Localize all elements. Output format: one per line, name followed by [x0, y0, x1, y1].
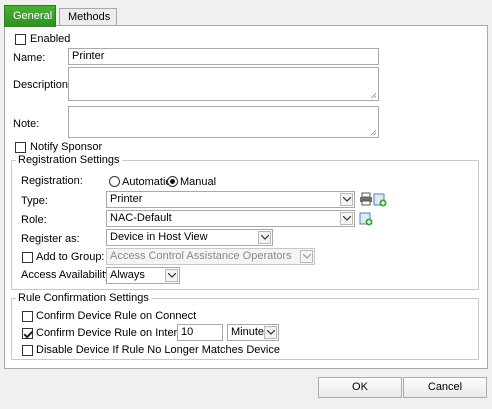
- type-select-value: Printer: [110, 193, 143, 205]
- type-label: Type:: [21, 195, 48, 207]
- ok-button[interactable]: OK: [318, 377, 402, 398]
- automatic-radio[interactable]: [109, 176, 120, 187]
- add-to-group-value: Access Control Assistance Operators: [110, 250, 292, 262]
- automatic-radio-label: Automatic: [122, 176, 171, 188]
- registration-settings-legend: Registration Settings: [16, 154, 122, 166]
- add-device-icon[interactable]: [373, 193, 387, 207]
- registration-label: Registration:: [21, 175, 83, 187]
- note-label: Note:: [13, 118, 40, 130]
- description-label: Description:: [13, 79, 72, 91]
- register-as-value: Device in Host View: [110, 231, 208, 243]
- tab-general[interactable]: General: [4, 5, 56, 27]
- confirm-on-interval-label: Confirm Device Rule on Interval:: [36, 327, 195, 339]
- register-as-select[interactable]: Device in Host View: [106, 229, 273, 246]
- confirm-on-interval-checkbox[interactable]: [22, 328, 33, 339]
- description-textarea[interactable]: [68, 67, 379, 101]
- add-to-group-label: Add to Group:: [36, 251, 105, 263]
- chevron-down-icon[interactable]: [264, 326, 277, 339]
- general-panel: Enabled Name: Printer Description: Note:…: [4, 25, 488, 369]
- role-label: Role:: [21, 214, 47, 226]
- confirm-on-connect-label: Confirm Device Rule on Connect: [36, 310, 197, 322]
- role-select-value: NAC-Default: [110, 212, 172, 224]
- access-availability-select[interactable]: Always: [106, 267, 180, 284]
- interval-input[interactable]: 10: [177, 324, 223, 341]
- disable-device-label: Disable Device If Rule No Longer Matches…: [36, 344, 280, 356]
- note-textarea[interactable]: [68, 106, 379, 138]
- printer-icon[interactable]: [359, 192, 373, 206]
- chevron-down-icon[interactable]: [340, 212, 353, 225]
- notify-sponsor-checkbox[interactable]: [15, 142, 26, 153]
- manual-radio-label: Manual: [180, 176, 217, 188]
- type-select[interactable]: Printer: [106, 191, 355, 208]
- interval-unit-select[interactable]: Minutes: [227, 324, 279, 341]
- rule-confirmation-legend: Rule Confirmation Settings: [16, 292, 151, 304]
- access-availability-value: Always: [110, 269, 145, 281]
- chevron-down-icon[interactable]: [165, 269, 178, 282]
- role-select[interactable]: NAC-Default: [106, 210, 355, 227]
- resize-grip-icon[interactable]: [370, 92, 376, 98]
- enabled-checkbox[interactable]: [15, 34, 26, 45]
- cancel-button[interactable]: Cancel: [403, 377, 487, 398]
- disable-device-checkbox[interactable]: [22, 345, 33, 356]
- name-input[interactable]: Printer: [68, 48, 379, 65]
- access-availability-label: Access Availability:: [21, 269, 114, 281]
- chevron-down-icon[interactable]: [300, 250, 313, 263]
- manual-radio[interactable]: [167, 176, 178, 187]
- notify-sponsor-label: Notify Sponsor: [30, 141, 103, 153]
- name-label: Name:: [13, 52, 46, 64]
- add-to-group-select[interactable]: Access Control Assistance Operators: [106, 248, 315, 265]
- enabled-label: Enabled: [30, 33, 71, 45]
- dialog-button-bar: OK Cancel: [0, 372, 492, 409]
- resize-grip-icon[interactable]: [370, 129, 376, 135]
- chevron-down-icon[interactable]: [258, 231, 271, 244]
- confirm-on-connect-checkbox[interactable]: [22, 311, 33, 322]
- add-to-group-checkbox[interactable]: [22, 252, 33, 263]
- chevron-down-icon[interactable]: [340, 193, 353, 206]
- register-as-label: Register as:: [21, 233, 80, 245]
- add-role-icon[interactable]: [359, 212, 373, 226]
